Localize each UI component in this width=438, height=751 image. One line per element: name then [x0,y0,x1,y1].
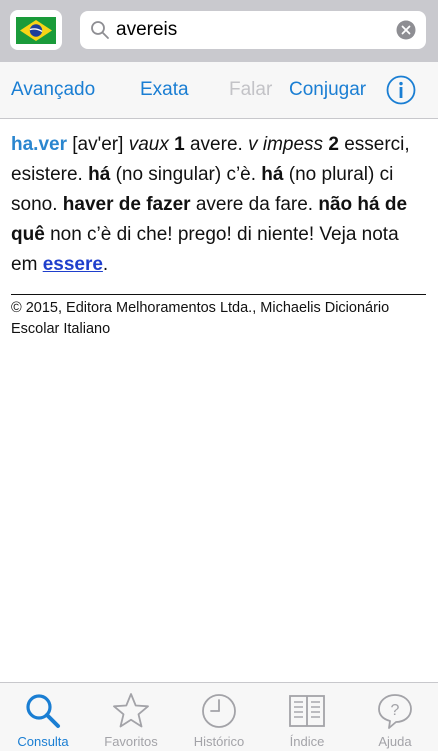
tab-label: Favoritos [104,734,158,749]
entry-translation: (no singular) c’è. [115,164,257,185]
entry-translation: avere da fare. [195,194,314,215]
tab-ajuda[interactable]: ? Ajuda [352,683,438,751]
exact-search-button[interactable]: Exata [140,79,189,101]
entry-translation: avere. [189,134,243,155]
brazil-flag-icon [16,17,56,44]
tab-favoritos[interactable]: Favoritos [88,683,174,751]
entry-headword: ha.ver [11,134,67,155]
entry-punctuation: . [102,254,109,275]
tab-bar: Consulta Favoritos Histórico Índice ? Aj… [0,682,438,751]
tab-label: Histórico [193,734,245,749]
tab-label: Índice [289,734,325,749]
tab-historico[interactable]: Histórico [176,683,262,751]
tab-label: Consulta [17,734,69,749]
dictionary-entry: ha.ver [av'er] vaux 1 avere. v impess 2 … [11,130,423,280]
svg-text:?: ? [391,702,400,719]
entry-part-of-speech: v impess [248,134,324,155]
entry-pronunciation: [av'er] [72,134,124,155]
book-icon [289,695,325,727]
copyright-notice: © 2015, Editora Melhoramentos Ltda., Mic… [11,300,390,337]
action-toolbar: Avançado Exata Falar Conjugar [0,62,438,119]
clear-search-icon[interactable] [396,20,416,40]
entry-phrase: há [88,164,111,185]
tab-consulta[interactable]: Consulta [0,683,86,751]
search-icon [91,21,109,39]
divider [11,294,426,295]
clock-icon [202,694,236,728]
entry-phrase: haver de fazer [62,194,191,215]
search-bar [0,0,438,62]
star-icon [113,693,149,728]
language-flag-button[interactable] [10,10,62,50]
search-field-container [80,11,426,49]
cross-reference-link[interactable]: essere [43,254,103,275]
entry-phrase: há [261,164,284,185]
speak-button[interactable]: Falar [229,79,272,101]
info-icon[interactable] [386,75,416,105]
search-input[interactable] [116,16,386,44]
conjugate-button[interactable]: Conjugar [289,79,366,101]
tab-indice[interactable]: Índice [264,683,350,751]
entry-part-of-speech: vaux [128,134,169,155]
sense-number: 1 [174,134,185,155]
advanced-search-button[interactable]: Avançado [11,79,95,101]
magnifier-icon [26,694,60,728]
sense-number: 2 [328,134,339,155]
question-icon: ? [378,694,412,729]
tab-label: Ajuda [378,734,412,749]
